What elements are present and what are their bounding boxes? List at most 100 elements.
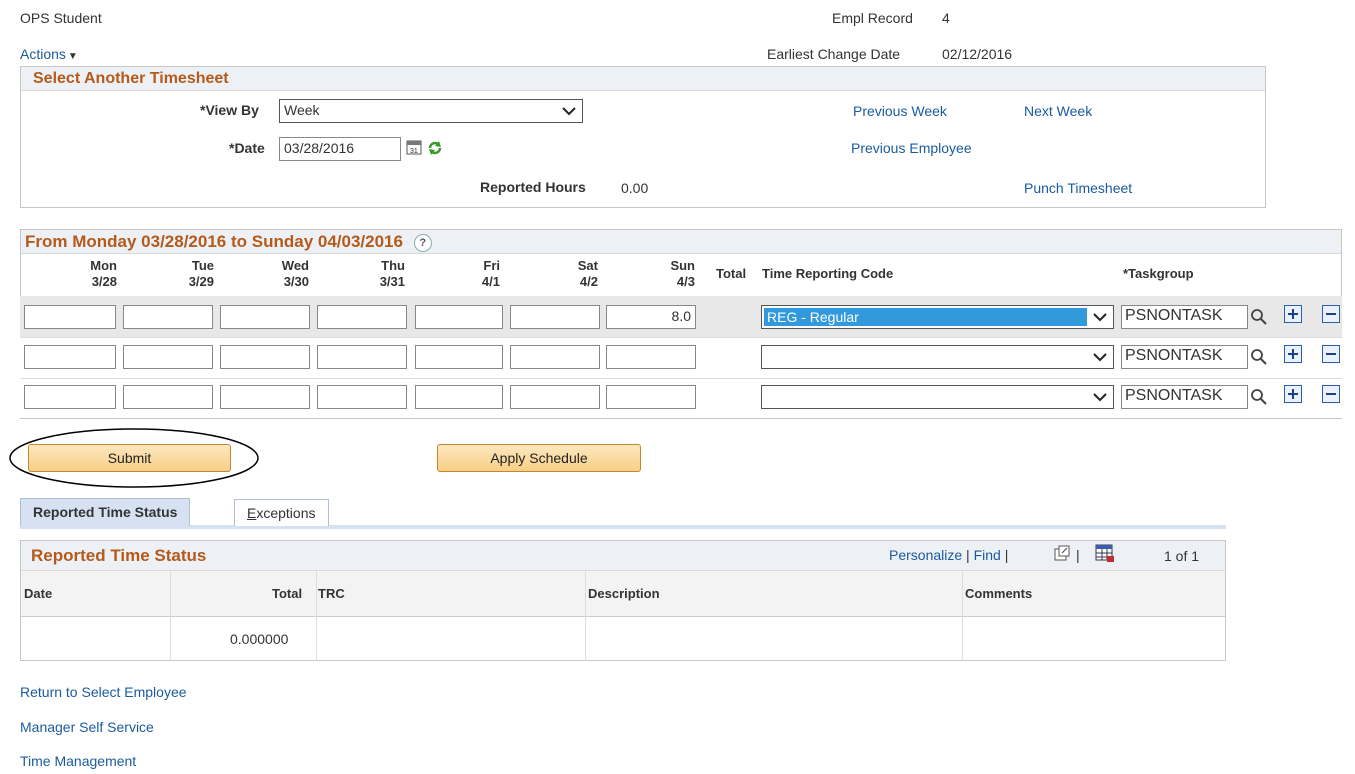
cell-total: 0.000000: [230, 631, 289, 647]
tab-reported-time-status[interactable]: Reported Time Status: [20, 498, 191, 526]
refresh-icon[interactable]: [426, 139, 444, 157]
col-comments: Comments: [965, 586, 1033, 601]
view-by-value: Week: [284, 102, 320, 118]
day-date: 4/3: [676, 274, 695, 289]
trc-select[interactable]: [761, 385, 1114, 409]
hours-input-sun[interactable]: 8.0: [606, 305, 696, 329]
day-name: Thu: [381, 258, 405, 273]
hours-input-thu[interactable]: [317, 345, 407, 369]
day-name: Tue: [191, 258, 214, 273]
day-date: 3/30: [283, 274, 309, 289]
view-by-select[interactable]: Week: [279, 99, 583, 123]
help-icon[interactable]: ?: [413, 233, 432, 252]
punch-timesheet-link[interactable]: Punch Timesheet: [1024, 180, 1132, 196]
lookup-icon[interactable]: [1250, 308, 1268, 326]
actions-menu[interactable]: Actions ▼: [20, 46, 78, 62]
day-header-sun: Sun 4/3: [651, 258, 695, 290]
hours-input-thu[interactable]: [317, 385, 407, 409]
trc-select[interactable]: [761, 345, 1114, 369]
hours-input-sun[interactable]: [606, 385, 696, 409]
hours-input-tue[interactable]: [123, 385, 213, 409]
view-by-label: *View By: [200, 102, 259, 118]
empl-record-label: Empl Record: [832, 10, 913, 26]
hours-input-thu[interactable]: [317, 305, 407, 329]
date-label: *Date: [229, 140, 265, 156]
col-divider: [585, 571, 586, 661]
delete-row-icon[interactable]: [1322, 385, 1340, 403]
day-header-tue: Tue 3/29: [170, 258, 214, 290]
previous-employee-link[interactable]: Previous Employee: [851, 140, 972, 156]
add-row-icon[interactable]: [1284, 345, 1302, 363]
new-window-icon[interactable]: [1053, 544, 1071, 562]
add-row-icon[interactable]: [1284, 385, 1302, 403]
hours-input-mon[interactable]: [24, 305, 116, 329]
day-header-wed: Wed 3/30: [265, 258, 309, 290]
tab-exceptions[interactable]: Exceptions: [234, 499, 329, 526]
highlight-ellipse: [9, 428, 259, 488]
chevron-down-icon: [1093, 393, 1107, 402]
taskgroup-input[interactable]: PSNONTASK: [1121, 385, 1248, 409]
next-week-link[interactable]: Next Week: [1024, 103, 1092, 119]
trc-selected-value: REG - Regular: [764, 308, 1087, 326]
hours-input-sat[interactable]: [510, 345, 600, 369]
add-row-icon[interactable]: [1284, 305, 1302, 323]
return-to-select-employee-link[interactable]: Return to Select Employee: [20, 684, 187, 700]
chevron-down-icon: [1093, 353, 1107, 362]
tab-underline: [20, 525, 1226, 529]
col-divider: [170, 571, 171, 661]
day-name: Fri: [483, 258, 500, 273]
time-management-link[interactable]: Time Management: [20, 753, 136, 769]
delete-row-icon[interactable]: [1322, 345, 1340, 363]
hours-input-fri[interactable]: [415, 345, 503, 369]
lookup-icon[interactable]: [1250, 388, 1268, 406]
hours-input-mon[interactable]: [24, 345, 116, 369]
day-date: 3/31: [379, 274, 405, 289]
employee-name: OPS Student: [20, 10, 102, 26]
reported-hours-value: 0.00: [621, 180, 649, 196]
separator: |: [1076, 547, 1080, 563]
hours-input-sat[interactable]: [510, 385, 600, 409]
day-date: 4/1: [481, 274, 500, 289]
separator: |: [966, 547, 970, 563]
select-timesheet-title: Select Another Timesheet: [21, 67, 1265, 91]
hours-input-wed[interactable]: [220, 345, 310, 369]
chevron-down-icon: [1093, 313, 1107, 322]
calendar-icon[interactable]: 31: [406, 139, 422, 155]
hours-input-sat[interactable]: [510, 305, 600, 329]
actions-label: Actions: [20, 46, 66, 62]
hours-input-tue[interactable]: [123, 345, 213, 369]
tab-exceptions-label: xceptions: [256, 505, 316, 521]
grid-toolbar: Personalize | Find |: [889, 547, 1008, 563]
hours-input-sun[interactable]: [606, 345, 696, 369]
taskgroup-input[interactable]: PSNONTASK: [1121, 305, 1248, 329]
lookup-icon[interactable]: [1250, 348, 1268, 366]
delete-row-icon[interactable]: [1322, 305, 1340, 323]
day-name: Sat: [577, 258, 598, 273]
date-input[interactable]: 03/28/2016: [279, 137, 401, 161]
previous-week-link[interactable]: Previous Week: [853, 103, 947, 119]
download-to-excel-icon[interactable]: [1095, 543, 1115, 563]
empl-record-value: 4: [942, 10, 950, 26]
hours-input-wed[interactable]: [220, 305, 310, 329]
svg-text:31: 31: [410, 148, 418, 155]
taskgroup-input[interactable]: PSNONTASK: [1121, 345, 1248, 369]
day-header-fri: Fri 4/1: [456, 258, 500, 290]
day-header-sat: Sat 4/2: [554, 258, 598, 290]
hours-input-mon[interactable]: [24, 385, 116, 409]
reported-hours-label: Reported Hours: [480, 179, 586, 195]
manager-self-service-link[interactable]: Manager Self Service: [20, 719, 154, 735]
hours-input-tue[interactable]: [123, 305, 213, 329]
col-trc: TRC: [318, 586, 345, 601]
day-name: Wed: [281, 258, 309, 273]
row-count: 1 of 1: [1164, 548, 1200, 564]
find-link[interactable]: Find: [974, 547, 1001, 563]
trc-select[interactable]: REG - Regular: [761, 305, 1114, 329]
hours-input-fri[interactable]: [415, 305, 503, 329]
day-date: 3/29: [188, 274, 214, 289]
hours-input-wed[interactable]: [220, 385, 310, 409]
personalize-link[interactable]: Personalize: [889, 547, 962, 563]
day-header-thu: Thu 3/31: [361, 258, 405, 290]
day-name: Sun: [670, 258, 695, 273]
apply-schedule-button[interactable]: Apply Schedule: [437, 444, 641, 472]
hours-input-fri[interactable]: [415, 385, 503, 409]
